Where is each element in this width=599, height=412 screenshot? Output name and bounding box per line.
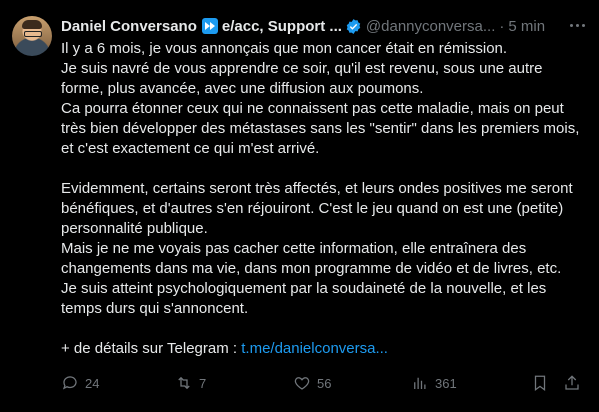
- fast-forward-badge-icon: [201, 18, 218, 34]
- retweet-icon: [178, 376, 190, 390]
- like-icon: [294, 377, 310, 390]
- reply-icon: [62, 376, 77, 390]
- author-name-suffix[interactable]: e/acc, Support ...: [222, 18, 342, 35]
- more-icon[interactable]: [567, 17, 587, 33]
- tweet-time[interactable]: 5 min: [508, 18, 545, 35]
- body-line: Il y a 6 mois, je vous annonçais que mon…: [61, 40, 508, 57]
- author-name[interactable]: Daniel Conversano: [61, 18, 197, 35]
- telegram-prefix: + de détails sur Telegram :: [61, 340, 242, 357]
- tweet-header: Daniel Conversano e/acc, Support ... @da…: [61, 16, 591, 36]
- avatar-hair: [22, 20, 42, 29]
- bookmark-icon: [534, 375, 546, 392]
- retweet-button[interactable]: 7: [175, 373, 206, 393]
- verified-icon: [346, 18, 361, 34]
- reply-button[interactable]: 24: [61, 373, 99, 393]
- author-handle[interactable]: @dannyconversa...: [366, 18, 495, 35]
- tweet[interactable]: Daniel Conversano e/acc, Support ... @da…: [0, 0, 599, 412]
- telegram-line: + de détails sur Telegram : t.me/danielc…: [61, 339, 586, 359]
- body-line: Je suis atteint psychologiquement par la…: [61, 280, 547, 317]
- body-line: Je suis navré de vous apprendre ce soir,…: [61, 60, 543, 97]
- views-button[interactable]: 361: [411, 373, 457, 393]
- like-count: 56: [317, 375, 332, 391]
- body-line: Ca pourra étonner ceux qui ne connaissen…: [61, 100, 580, 157]
- like-button[interactable]: 56: [293, 373, 331, 393]
- share-icon: [565, 375, 579, 390]
- separator-dot: ·: [499, 17, 505, 35]
- retweet-count: 7: [199, 375, 207, 391]
- reply-count: 24: [85, 375, 100, 391]
- avatar[interactable]: [12, 16, 52, 56]
- tweet-text: Il y a 6 mois, je vous annonçais que mon…: [61, 39, 586, 359]
- share-button[interactable]: [563, 373, 581, 393]
- avatar-glasses: [24, 31, 42, 37]
- bookmark-button[interactable]: [531, 373, 549, 393]
- telegram-link[interactable]: t.me/danielconversa...: [241, 340, 388, 357]
- views-icon: [414, 377, 426, 389]
- body-line: Mais je ne me voyais pas cacher cette in…: [61, 240, 562, 277]
- action-bar: 24 7 56 361: [61, 373, 581, 393]
- body-line: Evidemment, certains seront très affecté…: [61, 180, 573, 237]
- views-count: 361: [435, 375, 457, 391]
